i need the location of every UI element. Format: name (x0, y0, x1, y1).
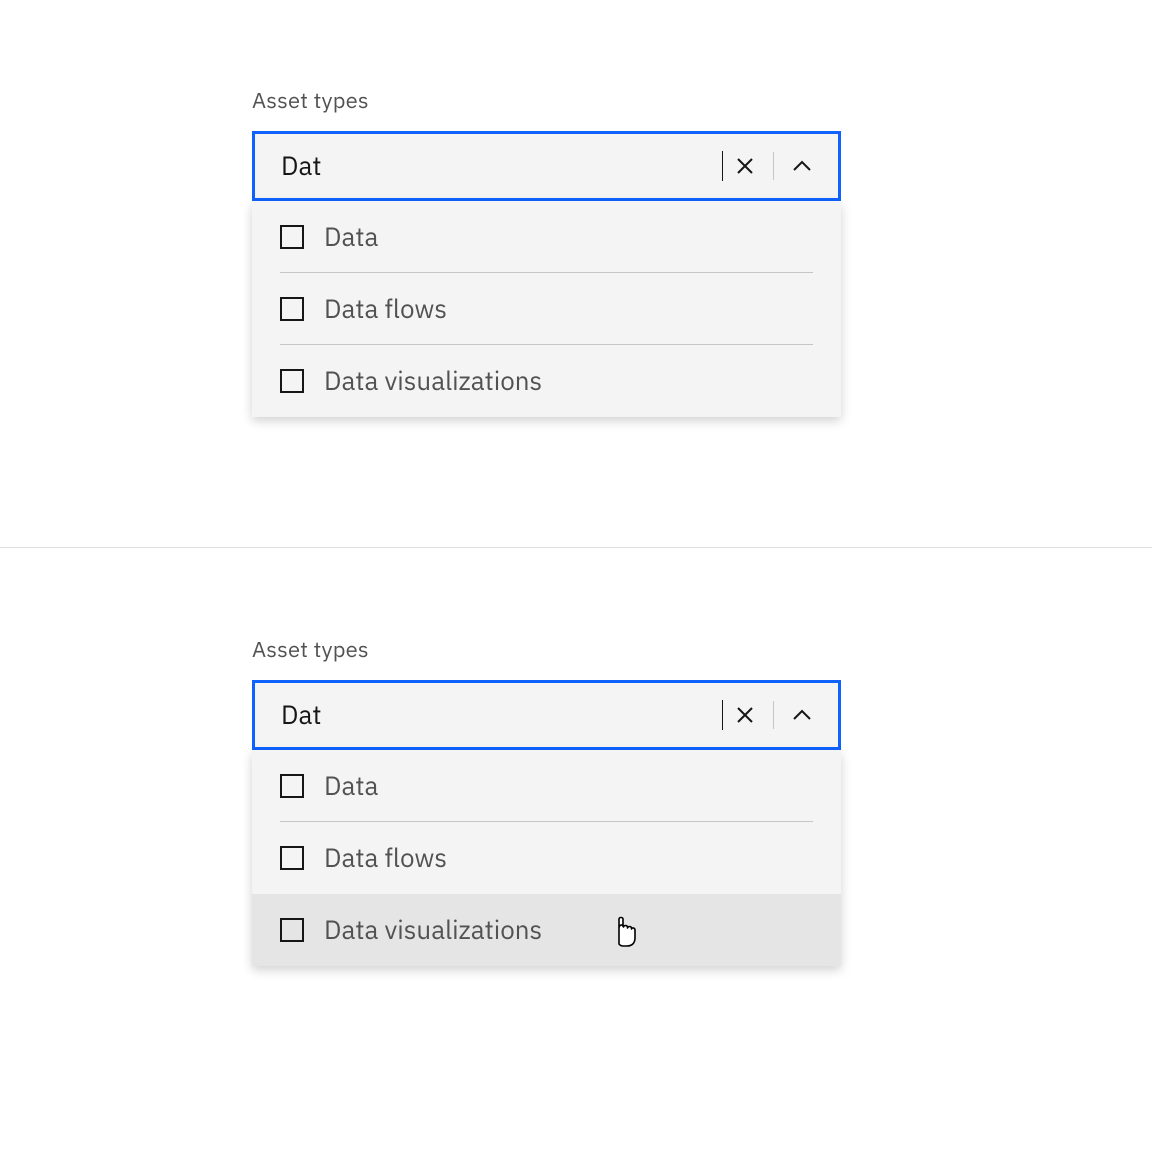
clear-button[interactable] (723, 144, 767, 188)
separator (773, 701, 774, 729)
toggle-button[interactable] (780, 144, 824, 188)
multiselect-combobox[interactable]: Dat Data Data flows Data visualizat (252, 680, 841, 966)
combobox-input[interactable]: Dat (281, 698, 724, 732)
dropdown-menu: Data Data flows Data visualizations (252, 201, 841, 417)
clear-button[interactable] (723, 693, 767, 737)
checkbox[interactable] (280, 369, 304, 393)
checkbox[interactable] (280, 846, 304, 870)
checkbox[interactable] (280, 918, 304, 942)
separator (773, 152, 774, 180)
option-label: Data flows (324, 292, 447, 326)
option-data-flows[interactable]: Data flows (252, 273, 841, 345)
checkbox[interactable] (280, 225, 304, 249)
field-label: Asset types (252, 86, 1152, 115)
checkbox[interactable] (280, 297, 304, 321)
combobox-input-wrapper[interactable]: Dat (252, 131, 841, 201)
close-icon (735, 156, 755, 176)
multiselect-combobox[interactable]: Dat Data Data flows Data v (252, 131, 841, 417)
checkbox[interactable] (280, 774, 304, 798)
pointer-cursor-icon (610, 914, 638, 946)
toggle-button[interactable] (780, 693, 824, 737)
option-data-flows[interactable]: Data flows (252, 822, 841, 894)
option-data[interactable]: Data (252, 750, 841, 822)
combobox-input[interactable]: Dat (281, 149, 724, 183)
dropdown-menu: Data Data flows Data visualizations (252, 750, 841, 966)
chevron-up-icon (792, 160, 812, 172)
option-data-visualizations[interactable]: Data visualizations (252, 345, 841, 417)
option-data[interactable]: Data (252, 201, 841, 273)
option-label: Data visualizations (324, 913, 542, 947)
chevron-up-icon (792, 709, 812, 721)
option-label: Data flows (324, 841, 447, 875)
combobox-input-wrapper[interactable]: Dat (252, 680, 841, 750)
close-icon (735, 705, 755, 725)
option-label: Data visualizations (324, 364, 542, 398)
field-label: Asset types (252, 635, 1152, 664)
option-data-visualizations[interactable]: Data visualizations (252, 894, 841, 966)
option-label: Data (324, 220, 378, 254)
option-label: Data (324, 769, 378, 803)
